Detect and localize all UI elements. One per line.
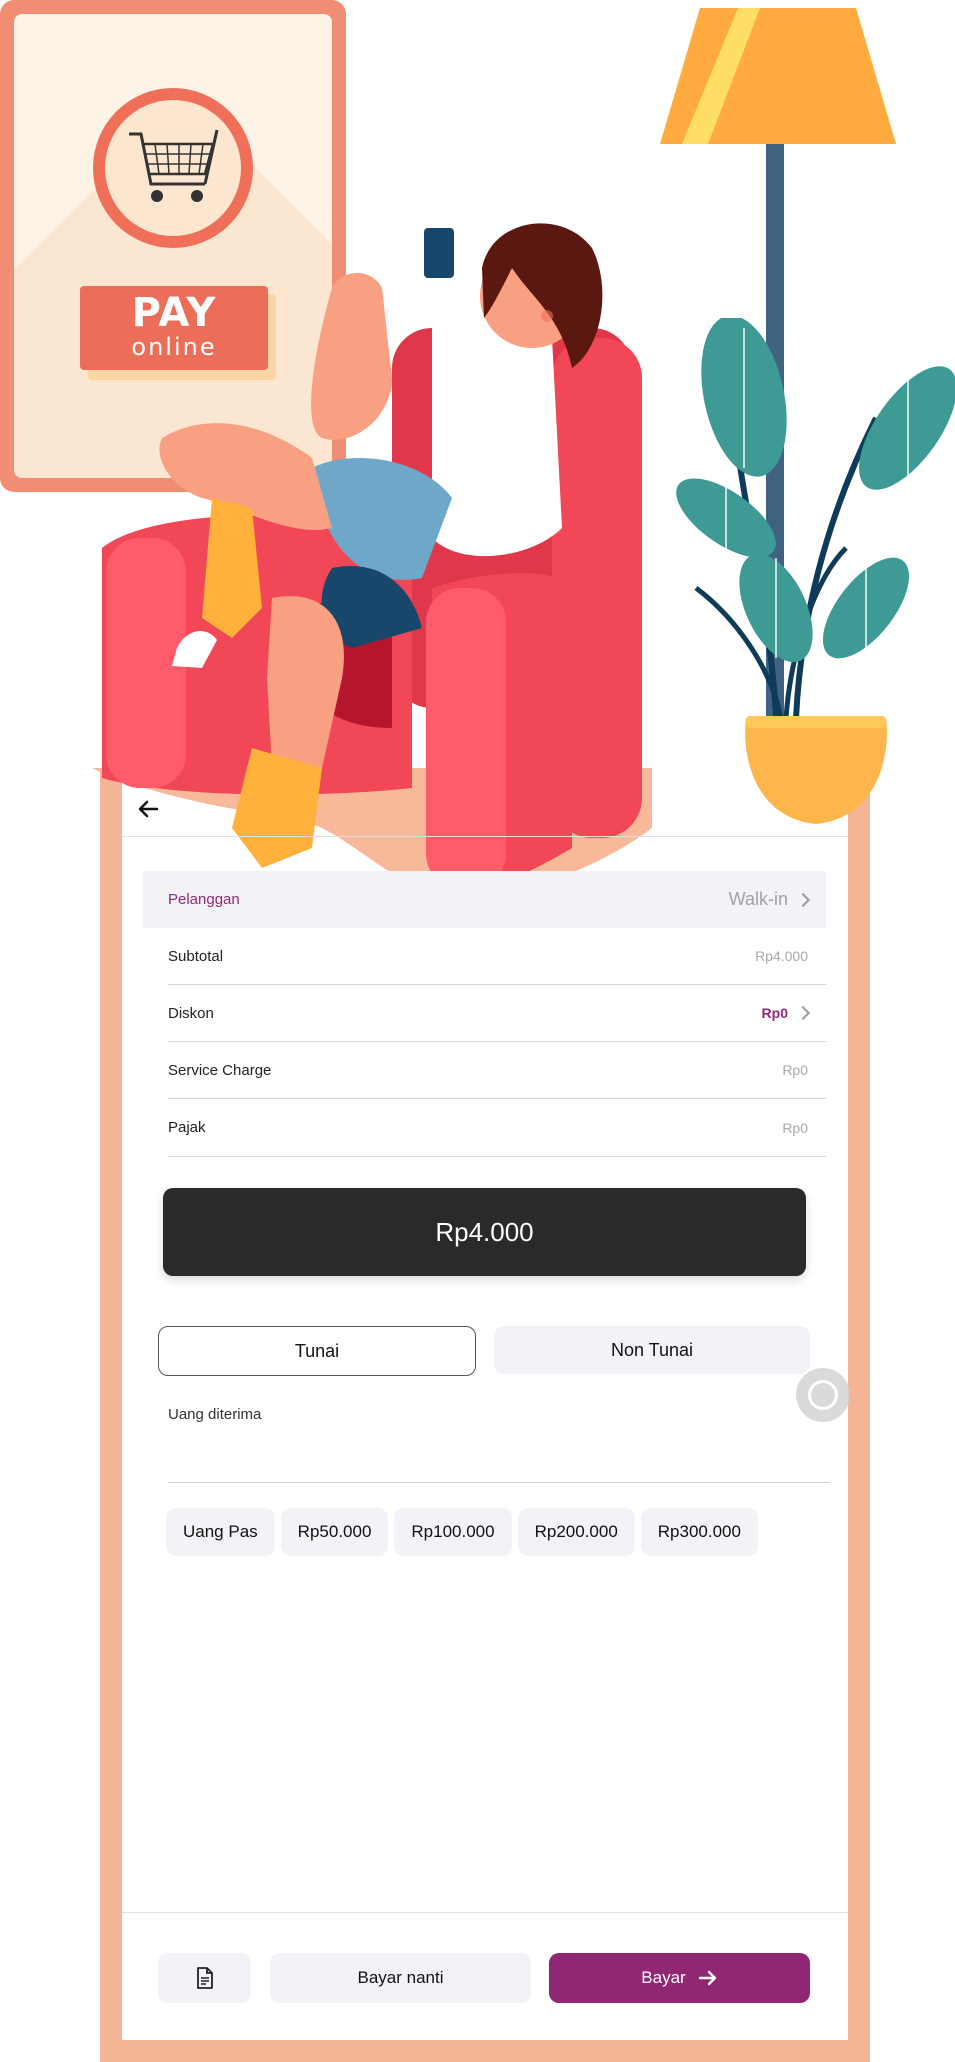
lamp-shade-illustration [660,8,896,144]
chevron-right-icon [795,1005,811,1021]
discount-label: Diskon [168,1004,214,1022]
quick-amount-50000[interactable]: Rp50.000 [280,1508,389,1556]
customer-label: Pelanggan [168,891,240,908]
pay-later-button[interactable]: Bayar nanti [270,1953,531,2003]
receipt-button[interactable] [158,1953,251,2003]
subtotal-row: Subtotal Rp4.000 [168,928,826,985]
money-received-label: Uang diterima [168,1406,262,1423]
arrow-right-icon [698,1970,716,1986]
back-button[interactable] [135,796,161,822]
discount-value: Rp0 [761,1005,788,1021]
tab-cash-label: Tunai [294,1340,340,1361]
tax-label: Pajak [168,1119,206,1136]
discount-row[interactable]: Diskon Rp0 [168,985,826,1042]
subtotal-value: Rp4.000 [755,948,808,964]
tax-value: Rp0 [782,1119,808,1136]
total-amount: Rp4.000 [435,1216,534,1247]
pay-later-label: Bayar nanti [357,1968,444,1987]
header-divider [122,836,848,837]
floating-assistive-button[interactable] [796,1368,850,1422]
customer-value-group: Walk-in [729,889,826,910]
subtotal-label: Subtotal [168,947,224,965]
discount-value-group: Rp0 [762,1005,826,1021]
customer-value: Walk-in [728,889,788,909]
quick-amount-200000[interactable]: Rp200.000 [517,1508,635,1556]
document-icon [196,1967,213,1989]
tab-non-cash-label: Non Tunai [610,1339,694,1360]
arrow-left-icon [138,800,159,818]
tab-non-cash[interactable]: Non Tunai [494,1326,810,1374]
quick-amount-chips: Uang Pas Rp50.000 Rp100.000 Rp200.000 Rp… [166,1508,758,1556]
pay-button[interactable]: Bayar [549,1953,810,2003]
service-charge-row: Service Charge Rp0 [168,1042,826,1099]
tax-row: Pajak Rp0 [168,1099,826,1157]
money-received-input[interactable] [168,1432,830,1483]
circle-icon [808,1380,838,1410]
shopping-cart-icon [129,129,219,202]
footer-divider [122,1912,848,1913]
tab-cash[interactable]: Tunai [158,1326,476,1376]
armchair-girl-illustration [92,223,652,898]
quick-amount-300000[interactable]: Rp300.000 [640,1508,758,1556]
service-charge-label: Service Charge [168,1061,272,1079]
quick-amount-exact[interactable]: Uang Pas [166,1508,275,1556]
chevron-right-icon [795,892,811,907]
total-amount-card: Rp4.000 [163,1188,806,1276]
customer-selector[interactable]: Pelanggan Walk-in [143,871,826,928]
service-charge-value: Rp0 [782,1062,808,1078]
quick-amount-100000[interactable]: Rp100.000 [394,1508,512,1556]
pay-label: Bayar [641,1968,686,1987]
